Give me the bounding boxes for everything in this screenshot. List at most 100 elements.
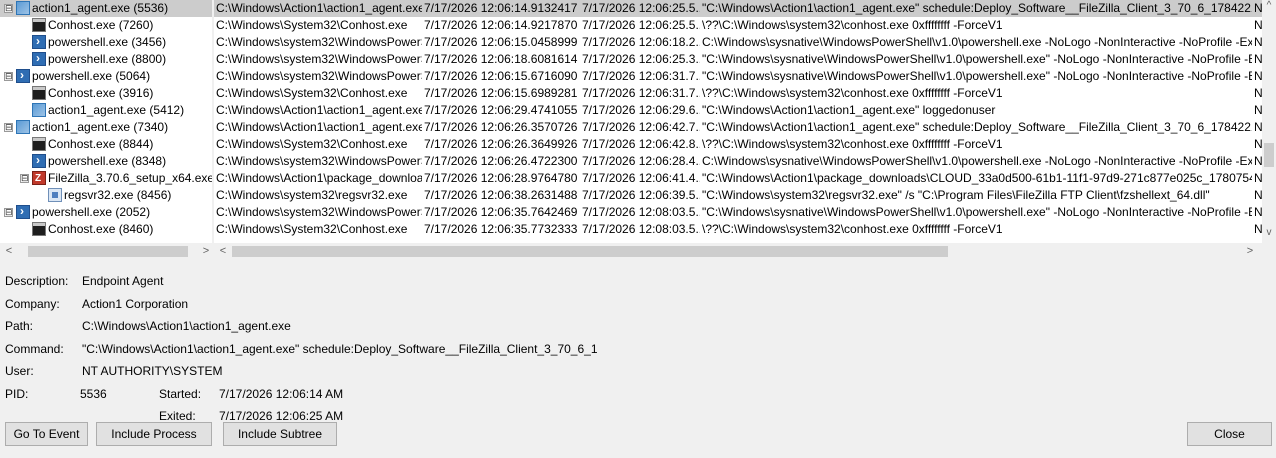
image-path-cell: C:\Windows\System32\Conhost.exe [216,86,408,100]
command-line-cell: \??\C:\Windows\system32\conhost.exe 0xff… [702,222,1003,236]
table-row[interactable]: C:\Windows\System32\Conhost.exe 7/17/2026… [214,136,1262,153]
scroll-left-arrow-icon[interactable]: < [216,243,230,260]
console-icon [32,222,46,236]
powershell-icon [16,204,30,220]
table-row[interactable]: C:\Windows\system32\WindowsPowerS... 7/17… [214,34,1262,51]
tree-item[interactable]: Conhost.exe (3916) [0,85,213,102]
start-time-cell: 7/17/2026 12:06:26.4722300 ... [424,154,580,168]
truncated-column-cell: N [1254,69,1262,83]
table-row[interactable]: C:\Windows\system32\WindowsPowerS... 7/17… [214,68,1262,85]
command-line-cell: C:\Windows\sysnative\WindowsPowerShell\v… [702,154,1252,168]
close-button[interactable]: Close [1187,422,1272,446]
scroll-up-arrow-icon[interactable]: ^ [1262,0,1276,14]
tree-item[interactable]: powershell.exe (3456) [0,34,213,51]
collapse-toggle-icon[interactable]: ⊟ [4,123,13,132]
table-row[interactable]: C:\Windows\Action1\action1_agent.exe 7/17… [214,119,1262,136]
table-row[interactable]: C:\Windows\Action1\package_downloa... 7/1… [214,170,1262,187]
description-label: Description: [5,274,69,288]
tree-item[interactable]: ⊟ powershell.exe (5064) [0,68,213,85]
command-line-cell: "C:\Windows\Action1\action1_agent.exe" l… [702,103,996,117]
end-time-cell: 7/17/2026 12:06:25.3... [582,52,700,66]
tree-item[interactable]: powershell.exe (8800) [0,51,213,68]
table-row[interactable]: C:\Windows\System32\Conhost.exe 7/17/2026… [214,85,1262,102]
truncated-column-cell: N [1254,171,1262,185]
tree-item[interactable]: action1_agent.exe (5412) [0,102,213,119]
table-row[interactable]: C:\Windows\System32\Conhost.exe 7/17/2026… [214,17,1262,34]
image-path-cell: C:\Windows\system32\regsvr32.exe [216,188,408,202]
vertical-scrollbar[interactable]: ^ v [1262,0,1276,243]
table-row[interactable]: C:\Windows\System32\Conhost.exe 7/17/2026… [214,221,1262,238]
tree-item-label: powershell.exe (8800) [48,52,167,66]
scroll-right-arrow-icon[interactable]: > [1243,243,1257,260]
tree-item[interactable]: ⊟ action1_agent.exe (7340) [0,119,213,136]
tree-item[interactable]: Conhost.exe (7260) [0,17,213,34]
include-subtree-button[interactable]: Include Subtree [223,422,337,446]
truncated-column-cell: N [1254,52,1262,66]
table-row[interactable]: C:\Windows\system32\WindowsPowerS... 7/17… [214,51,1262,68]
table-row[interactable]: C:\Windows\Action1\action1_agent.exe 7/17… [214,0,1262,17]
command-line-cell: "C:\Windows\Action1\action1_agent.exe" s… [702,1,1252,15]
tree-item-label: action1_agent.exe (5536) [32,1,169,15]
exited-value: 7/17/2026 12:06:25 AM [219,409,344,423]
scroll-left-arrow-icon[interactable]: < [2,243,16,260]
end-time-cell: 7/17/2026 12:06:25.5... [582,18,700,32]
vertical-scroll-thumb[interactable] [1264,143,1274,167]
powershell-icon [32,153,46,169]
scroll-right-arrow-icon[interactable]: > [199,243,213,260]
tree-item[interactable]: ⊟ powershell.exe (2052) [0,204,213,221]
truncated-column-cell: N [1254,154,1262,168]
end-time-cell: 7/17/2026 12:06:42.8... [582,137,700,151]
truncated-column-cell: N [1254,188,1262,202]
collapse-toggle-icon[interactable]: ⊟ [4,4,13,13]
table-row[interactable]: C:\Windows\system32\WindowsPowerS... 7/17… [214,204,1262,221]
table-row[interactable]: C:\Windows\system32\WindowsPowerS... 7/17… [214,153,1262,170]
collapse-toggle-icon[interactable]: ⊟ [20,174,29,183]
start-time-cell: 7/17/2026 12:06:35.7642469 ... [424,205,580,219]
process-details-grid[interactable]: C:\Windows\Action1\action1_agent.exe 7/17… [214,0,1262,260]
collapse-toggle-icon[interactable]: ⊟ [4,72,13,81]
start-time-cell: 7/17/2026 12:06:38.2631488 ... [424,188,580,202]
truncated-column-cell: N [1254,205,1262,219]
grid-horizontal-scrollbar[interactable]: < > [214,243,1262,260]
tree-item[interactable]: Conhost.exe (8844) [0,136,213,153]
tree-item-label: action1_agent.exe (7340) [32,120,169,134]
end-time-cell: 7/17/2026 12:06:18.2... [582,35,700,49]
command-line-cell: "C:\Windows\sysnative\WindowsPowerShell\… [702,52,1252,66]
tree-item-label: Conhost.exe (7260) [48,18,154,32]
command-line-cell: \??\C:\Windows\system32\conhost.exe 0xff… [702,86,1003,100]
start-time-cell: 7/17/2026 12:06:29.4741055 ... [424,103,580,117]
table-row[interactable]: C:\Windows\system32\regsvr32.exe 7/17/202… [214,187,1262,204]
tree-scroll-thumb[interactable] [28,246,188,257]
command-line-cell: "C:\Windows\system32\regsvr32.exe" /s "C… [702,188,1210,202]
end-time-cell: 7/17/2026 12:06:29.6... [582,103,700,117]
truncated-column-cell: N [1254,1,1262,15]
agent-icon [32,103,46,117]
include-process-button[interactable]: Include Process [96,422,212,446]
scroll-down-arrow-icon[interactable]: v [1262,227,1276,241]
tree-item[interactable]: regsvr32.exe (8456) [0,187,213,204]
process-tree[interactable]: ⊟ action1_agent.exe (5536) Conhost.exe (72… [0,0,213,260]
pid-label: PID: [5,387,29,401]
powershell-icon [32,51,46,67]
tree-item[interactable]: Conhost.exe (8460) [0,221,213,238]
start-time-cell: 7/17/2026 12:06:26.3649926 ... [424,137,580,151]
grid-scroll-thumb[interactable] [232,246,948,257]
tree-item[interactable]: ⊟ FileZilla_3.70.6_setup_x64.exe (69 [0,170,213,187]
regsvr-icon [48,188,62,202]
collapse-toggle-icon[interactable]: ⊟ [4,208,13,217]
table-row[interactable]: C:\Windows\Action1\action1_agent.exe 7/17… [214,102,1262,119]
tree-item-label: powershell.exe (2052) [32,205,151,219]
tree-horizontal-scrollbar[interactable]: < > [0,243,213,260]
setup-icon [32,170,46,187]
tree-item-label: powershell.exe (5064) [32,69,151,83]
tree-item[interactable]: powershell.exe (8348) [0,153,213,170]
started-value: 7/17/2026 12:06:14 AM [219,387,344,401]
go-to-event-button[interactable]: Go To Event [5,422,88,446]
start-time-cell: 7/17/2026 12:06:35.7732333 ... [424,222,580,236]
console-icon [32,137,46,151]
tree-item[interactable]: ⊟ action1_agent.exe (5536) [0,0,213,17]
image-path-cell: C:\Windows\System32\Conhost.exe [216,137,408,151]
command-label: Command: [5,342,64,356]
command-value: "C:\Windows\Action1\action1_agent.exe" s… [82,342,598,356]
start-time-cell: 7/17/2026 12:06:18.6081614 ... [424,52,580,66]
